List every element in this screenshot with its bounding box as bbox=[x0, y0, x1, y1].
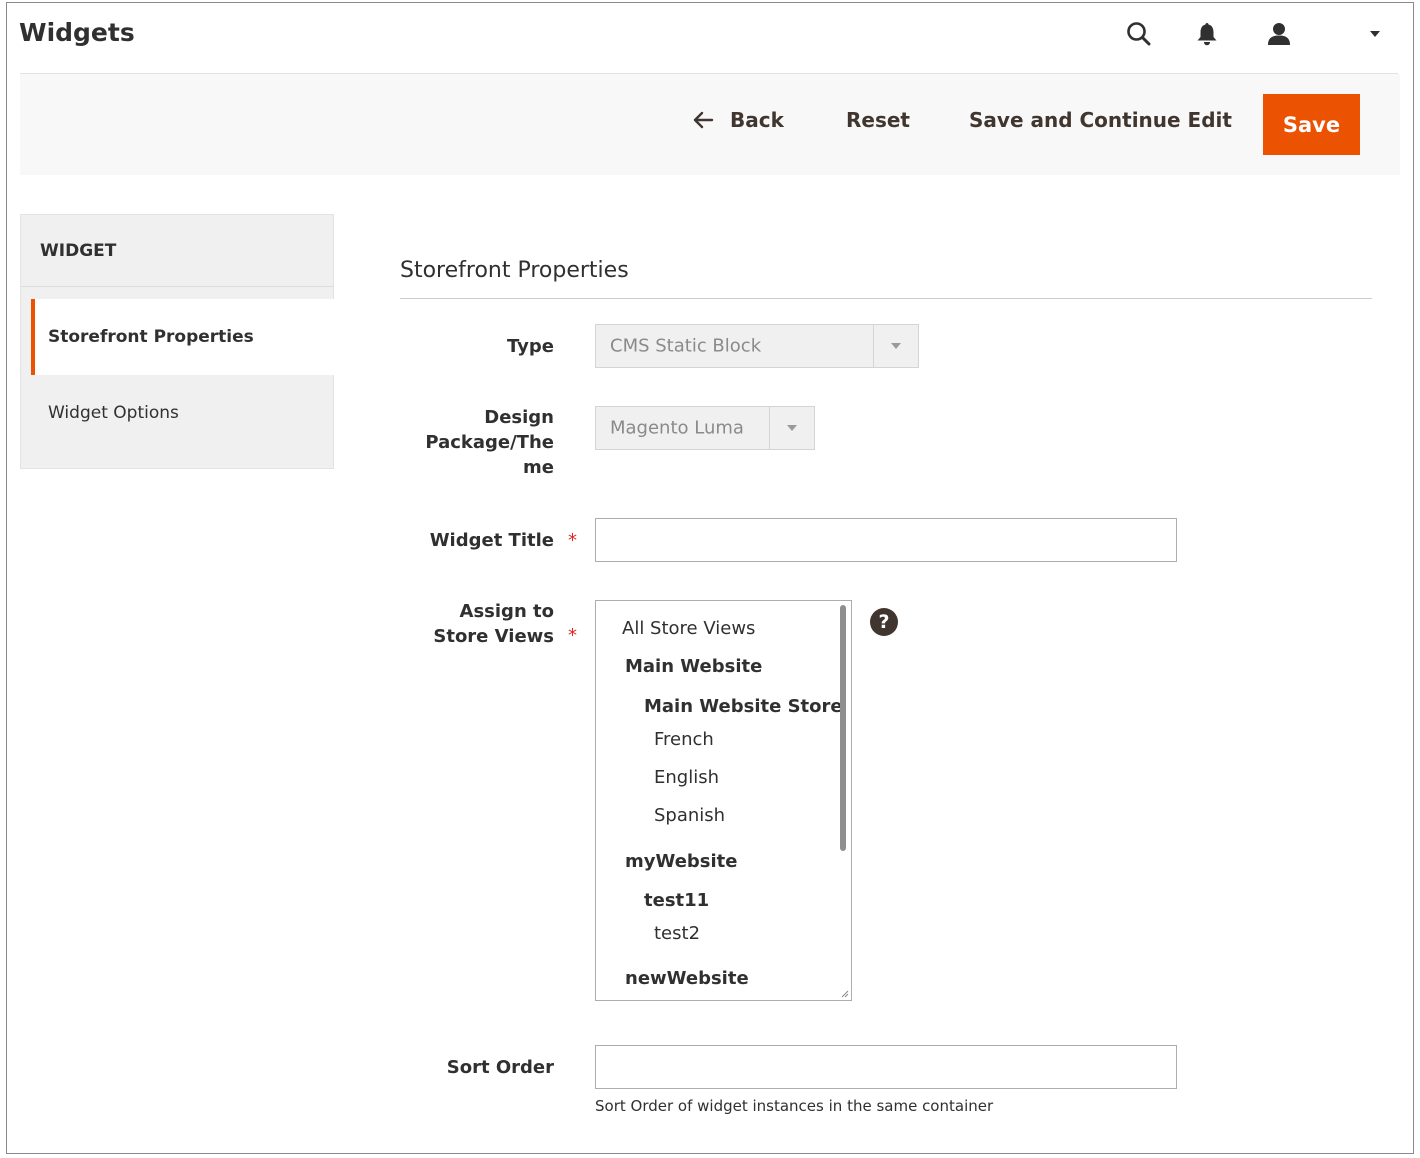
help-icon[interactable]: ? bbox=[870, 608, 898, 636]
store-view-option[interactable]: Spanish bbox=[654, 805, 725, 826]
chevron-down-icon bbox=[873, 325, 918, 367]
sort-order-input[interactable] bbox=[595, 1045, 1177, 1089]
tab-label: Widget Options bbox=[48, 403, 179, 423]
website-group: Main Website bbox=[625, 656, 763, 677]
save-and-continue-button[interactable]: Save and Continue Edit bbox=[969, 108, 1232, 132]
theme-label-line: Design bbox=[484, 407, 554, 428]
store-group: test11 bbox=[644, 890, 710, 911]
website-group: myWebsite bbox=[625, 851, 738, 872]
theme-label-line: Package/The bbox=[425, 432, 554, 453]
section-divider bbox=[400, 298, 1372, 299]
store-view-option[interactable]: French bbox=[654, 729, 714, 750]
page-actions-bar: Back Reset Save and Continue Edit Save bbox=[20, 74, 1400, 175]
store-views-label-line: Assign to bbox=[459, 601, 554, 622]
tabs-heading: WIDGET bbox=[21, 215, 333, 287]
tab-label: Storefront Properties bbox=[48, 327, 254, 347]
theme-label: Design Package/The me bbox=[425, 405, 554, 480]
arrow-left-icon bbox=[693, 111, 714, 129]
website-group: newWebsite bbox=[625, 968, 749, 989]
widget-tabs: WIDGET Storefront Properties Widget Opti… bbox=[20, 214, 334, 469]
store-view-option[interactable]: All Store Views bbox=[622, 618, 755, 639]
scrollbar[interactable] bbox=[840, 605, 846, 851]
page-title: Widgets bbox=[19, 18, 135, 47]
store-view-option[interactable]: English bbox=[654, 767, 719, 788]
bell-icon[interactable] bbox=[1192, 19, 1222, 49]
theme-label-line: me bbox=[523, 457, 554, 478]
required-marker: * bbox=[568, 625, 577, 646]
theme-select-value: Magento Luma bbox=[610, 417, 744, 439]
type-label: Type bbox=[507, 336, 554, 357]
type-select-value: CMS Static Block bbox=[610, 335, 762, 357]
section-title: Storefront Properties bbox=[400, 258, 629, 283]
search-icon[interactable] bbox=[1124, 19, 1154, 49]
type-select[interactable]: CMS Static Block bbox=[595, 324, 919, 368]
sort-order-label: Sort Order bbox=[446, 1057, 554, 1078]
widget-title-label: Widget Title bbox=[429, 530, 554, 551]
reset-button[interactable]: Reset bbox=[846, 108, 910, 132]
store-group: Main Website Store bbox=[644, 696, 843, 717]
store-views-label: Assign to Store Views bbox=[433, 599, 554, 649]
store-view-option[interactable]: test2 bbox=[654, 923, 700, 944]
widget-title-input[interactable] bbox=[595, 518, 1177, 562]
theme-select[interactable]: Magento Luma bbox=[595, 406, 815, 450]
tab-storefront-properties[interactable]: Storefront Properties bbox=[31, 299, 334, 375]
chevron-down-icon bbox=[769, 407, 814, 449]
user-icon[interactable] bbox=[1264, 19, 1294, 49]
store-views-label-line: Store Views bbox=[433, 626, 554, 647]
required-marker: * bbox=[568, 530, 577, 551]
store-views-multiselect[interactable]: All Store Views Main Website Main Websit… bbox=[595, 600, 852, 1001]
tab-widget-options[interactable]: Widget Options bbox=[31, 375, 334, 451]
sort-order-note: Sort Order of widget instances in the sa… bbox=[595, 1097, 994, 1115]
caret-down-icon[interactable] bbox=[1360, 19, 1390, 49]
resize-handle-icon[interactable] bbox=[840, 989, 849, 998]
save-button[interactable]: Save bbox=[1263, 94, 1360, 155]
tabs-heading-label: WIDGET bbox=[40, 241, 117, 261]
back-label: Back bbox=[730, 108, 784, 132]
back-button[interactable]: Back bbox=[692, 108, 784, 132]
